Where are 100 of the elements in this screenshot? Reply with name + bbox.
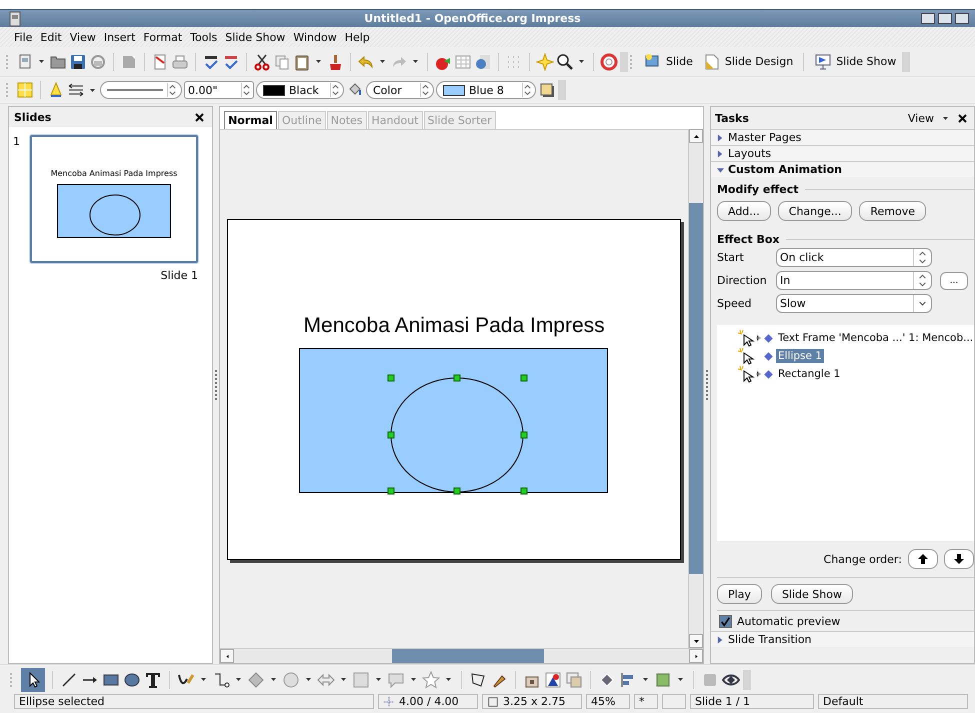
vertical-scrollbar[interactable] bbox=[688, 129, 704, 648]
spin-arrows-icon[interactable] bbox=[330, 83, 340, 97]
dropdown-arrow-icon[interactable] bbox=[578, 59, 585, 64]
zoom-icon[interactable] bbox=[556, 52, 574, 70]
panel-section-header[interactable]: Master Pages bbox=[710, 129, 974, 145]
move-up-button[interactable] bbox=[908, 549, 938, 569]
image-insert-icon[interactable] bbox=[544, 670, 562, 688]
horizontal-scrollbar[interactable] bbox=[220, 648, 704, 663]
scrollbar-thumb[interactable] bbox=[392, 649, 544, 663]
menu-item[interactable]: Edit bbox=[36, 30, 66, 44]
minimize-button[interactable] bbox=[921, 13, 935, 24]
move-down-button[interactable] bbox=[944, 549, 974, 569]
dropdown-arrow-icon[interactable] bbox=[200, 677, 207, 682]
layout-name: Default bbox=[818, 694, 968, 709]
close-button[interactable] bbox=[955, 13, 969, 24]
push-button[interactable]: Play bbox=[716, 584, 762, 604]
push-button[interactable]: Remove bbox=[859, 201, 926, 221]
toolbar-button[interactable]: Slide Design bbox=[698, 50, 798, 72]
spin-arrows-icon[interactable] bbox=[420, 83, 430, 97]
line-width-field[interactable]: 0.00" bbox=[184, 81, 254, 99]
menu-item[interactable]: Insert bbox=[100, 30, 140, 44]
close-icon[interactable] bbox=[195, 112, 204, 122]
ellipse-tool-icon[interactable] bbox=[123, 670, 141, 688]
dropdown-field[interactable]: Slow bbox=[776, 294, 932, 313]
dropdown-arrow-icon[interactable] bbox=[270, 677, 277, 682]
effect-item[interactable]: Rectangle 1 bbox=[736, 365, 974, 383]
help-icon[interactable] bbox=[600, 52, 618, 70]
view-menu[interactable]: View bbox=[906, 112, 936, 124]
panel-section-header[interactable]: Custom Animation bbox=[710, 161, 974, 177]
scrollbar-thumb[interactable] bbox=[689, 203, 704, 574]
menu-item[interactable]: View bbox=[66, 30, 100, 44]
dropdown-arrow-icon[interactable] bbox=[412, 59, 419, 64]
dropdown-arrow-icon[interactable] bbox=[375, 677, 382, 682]
menu-item[interactable]: Format bbox=[139, 30, 186, 44]
scroll-down-icon[interactable] bbox=[692, 638, 700, 644]
line-color-field[interactable]: Black bbox=[256, 81, 344, 99]
menu-item[interactable]: Help bbox=[340, 30, 374, 44]
dropdown-arrow-icon[interactable] bbox=[642, 677, 649, 682]
toolbar-button[interactable]: Slide Show bbox=[810, 50, 900, 72]
slide-label: Slide 1 bbox=[160, 269, 198, 282]
dropdown-arrow-icon[interactable] bbox=[410, 677, 417, 682]
panel-section-header[interactable]: Layouts bbox=[710, 145, 974, 161]
menu-item[interactable]: Tools bbox=[186, 30, 222, 44]
diamond-tool-icon[interactable] bbox=[247, 670, 265, 688]
layout-grid-icon[interactable] bbox=[16, 81, 34, 99]
table-icon[interactable] bbox=[454, 52, 472, 70]
arrange-tool-icon[interactable] bbox=[654, 670, 672, 688]
menu-item[interactable]: Slide Show bbox=[221, 30, 290, 44]
text-tool-icon[interactable] bbox=[144, 670, 162, 688]
slide-thumbnail[interactable]: Mencoba Animasi Pada Impress bbox=[30, 135, 198, 263]
spin-field[interactable]: On click bbox=[776, 248, 932, 267]
star-tool-icon[interactable] bbox=[422, 670, 440, 688]
clipboard-icon[interactable] bbox=[293, 52, 311, 70]
area-color-field[interactable]: Blue 8 bbox=[436, 81, 536, 99]
scroll-right-icon[interactable] bbox=[692, 654, 700, 658]
maximize-button[interactable] bbox=[938, 13, 952, 24]
arrow-style-icon[interactable] bbox=[67, 81, 85, 99]
effect-item[interactable]: Text Frame 'Mencoba ...' 1: Mencob... bbox=[736, 329, 974, 347]
dropdown-arrow-icon[interactable] bbox=[315, 59, 322, 64]
dropdown-arrow-icon[interactable] bbox=[677, 677, 684, 682]
effect-item[interactable]: Ellipse 1 bbox=[736, 347, 974, 365]
dropdown-arrow-icon[interactable] bbox=[379, 59, 386, 64]
dropdown-arrow-icon[interactable] bbox=[445, 677, 452, 682]
push-button[interactable]: Slide Show bbox=[770, 584, 853, 604]
area-style-field[interactable]: Color bbox=[366, 81, 434, 99]
line-tool-icon[interactable] bbox=[60, 670, 78, 688]
push-button[interactable]: Change... bbox=[778, 201, 852, 221]
printer-icon[interactable] bbox=[171, 52, 189, 70]
spin-arrows-icon[interactable] bbox=[522, 83, 532, 97]
scroll-left-icon[interactable] bbox=[224, 654, 231, 658]
dropdown-arrow-icon[interactable] bbox=[89, 88, 96, 92]
spin-field[interactable]: In bbox=[776, 271, 932, 290]
close-icon[interactable] bbox=[958, 114, 967, 122]
line-style-field[interactable] bbox=[100, 81, 182, 99]
dropdown-arrow-icon[interactable] bbox=[942, 116, 949, 120]
dropdown-arrow-icon[interactable] bbox=[235, 677, 242, 682]
menu-item[interactable]: Window bbox=[289, 30, 341, 44]
scissors-icon[interactable] bbox=[253, 52, 271, 70]
section-heading: Effect Box bbox=[716, 233, 780, 246]
splitter-handle[interactable] bbox=[706, 370, 708, 400]
spin-arrows-icon[interactable] bbox=[241, 83, 251, 97]
scroll-up-icon[interactable] bbox=[692, 134, 700, 138]
dropdown-arrow-icon[interactable] bbox=[38, 59, 45, 64]
menu-item[interactable]: File bbox=[10, 30, 36, 44]
push-button[interactable]: Add... bbox=[716, 201, 771, 221]
splitter-handle[interactable] bbox=[215, 370, 218, 400]
view-tab[interactable]: Normal bbox=[224, 111, 277, 129]
dropdown-arrow-icon[interactable] bbox=[305, 677, 312, 682]
points-tool-icon[interactable] bbox=[469, 670, 487, 688]
panel-section-header[interactable]: Slide Transition bbox=[710, 631, 974, 647]
modified-indicator: * bbox=[634, 694, 658, 709]
sparkle-star-icon[interactable] bbox=[536, 52, 554, 70]
selection-handles[interactable] bbox=[388, 374, 528, 494]
shadow-icon[interactable] bbox=[538, 81, 556, 99]
connector-tool-icon[interactable] bbox=[212, 670, 230, 688]
toolbar-button[interactable]: Slide bbox=[640, 50, 697, 72]
checkbox[interactable] bbox=[718, 615, 732, 628]
spin-arrows-icon[interactable] bbox=[167, 83, 177, 97]
options-button[interactable]: ... bbox=[940, 272, 968, 290]
dropdown-arrow-icon[interactable] bbox=[340, 677, 347, 682]
